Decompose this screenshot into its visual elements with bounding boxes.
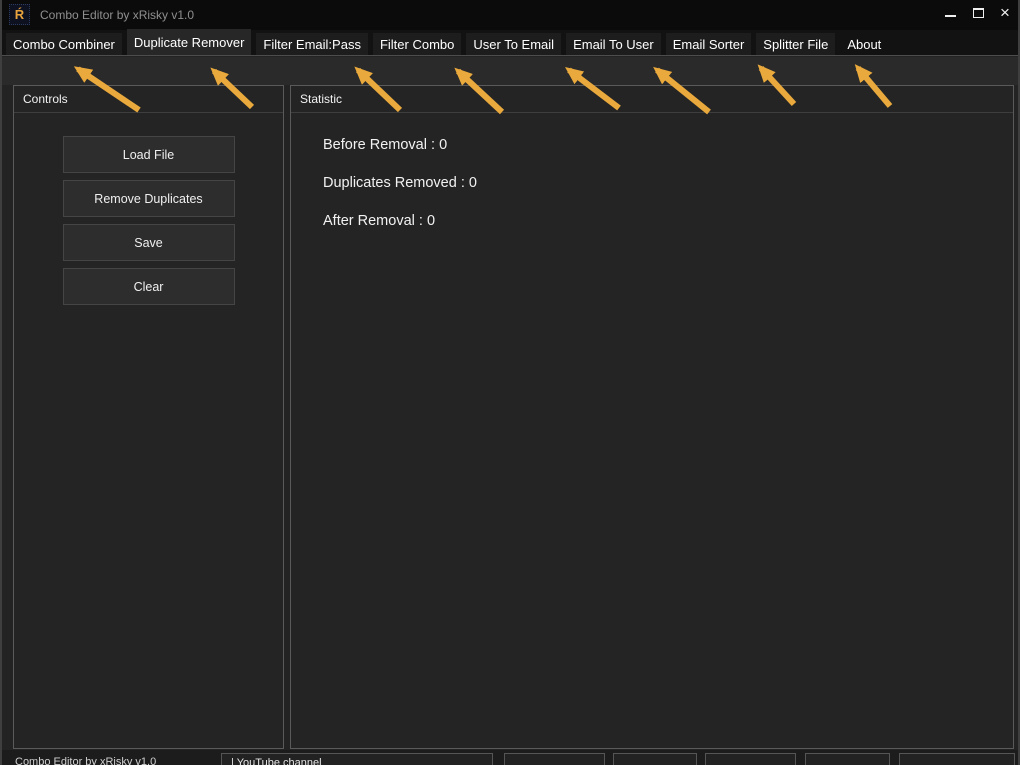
- youtube-channel-label: | YouTube channel: [231, 757, 322, 765]
- controls-panel: Controls Load File Remove Duplicates Sav…: [13, 85, 284, 749]
- stat-label: After Removal: [323, 213, 415, 229]
- tab-filter-email-pass[interactable]: Filter Email:Pass: [256, 33, 368, 55]
- save-button[interactable]: Save: [62, 224, 235, 261]
- stat-value: 0: [468, 175, 477, 191]
- tab-email-sorter[interactable]: Email Sorter: [665, 33, 752, 55]
- tab-splitter-file[interactable]: Splitter File: [756, 33, 836, 55]
- app-window: Ŕ Combo Editor by xRisky v1.0 × Combo Co…: [0, 0, 1020, 765]
- stat-separator: :: [426, 137, 440, 153]
- statistic-panel: Statistic Before Removal : 0 Duplicates …: [290, 85, 1014, 749]
- footer-bar: Combo Editor by xRisky v1.0 | YouTube ch…: [2, 750, 1018, 765]
- controls-panel-title: Controls: [14, 86, 283, 113]
- footer-app-text: Combo Editor by xRisky v1.0: [15, 756, 157, 765]
- stat-before-removal: Before Removal : 0: [323, 137, 1013, 175]
- toolbar-strip: [2, 57, 1018, 85]
- footer-box: [805, 753, 890, 765]
- clear-button[interactable]: Clear: [62, 268, 235, 305]
- tab-filter-combo[interactable]: Filter Combo: [372, 33, 462, 55]
- window-title: Combo Editor by xRisky v1.0: [40, 8, 195, 22]
- footer-box: [504, 753, 605, 765]
- app-logo-icon: Ŕ: [9, 4, 30, 25]
- footer-box: [899, 753, 1015, 765]
- stat-value: 0: [426, 213, 436, 229]
- stat-label: Duplicates Removed: [323, 175, 457, 191]
- close-button[interactable]: ×: [994, 0, 1016, 28]
- stat-value: 0: [439, 137, 448, 153]
- controls-button-stack: Load File Remove Duplicates Save Clear: [14, 113, 283, 312]
- title-bar: Ŕ Combo Editor by xRisky v1.0 ×: [2, 0, 1018, 30]
- maximize-icon: [973, 8, 984, 18]
- maximize-button[interactable]: [968, 0, 990, 28]
- tab-user-to-email[interactable]: User To Email: [466, 33, 562, 55]
- stat-after-removal: After Removal : 0: [323, 213, 1013, 251]
- footer-box: [613, 753, 697, 765]
- tab-about[interactable]: About: [840, 33, 888, 55]
- tab-combo-combiner[interactable]: Combo Combiner: [6, 33, 122, 55]
- stat-separator: :: [456, 175, 469, 191]
- close-icon: ×: [1000, 3, 1010, 22]
- statistic-panel-title: Statistic: [291, 86, 1013, 113]
- stat-label: Before Removal: [323, 137, 427, 153]
- tab-bar: Combo Combiner Duplicate Remover Filter …: [2, 29, 1018, 56]
- stat-separator: :: [414, 213, 427, 229]
- statistic-list: Before Removal : 0 Duplicates Removed : …: [291, 113, 1013, 251]
- minimize-button[interactable]: [940, 0, 962, 28]
- remove-duplicates-button[interactable]: Remove Duplicates: [62, 180, 235, 217]
- tab-duplicate-remover[interactable]: Duplicate Remover: [126, 29, 252, 55]
- youtube-channel-box[interactable]: | YouTube channel: [221, 753, 493, 765]
- load-file-button[interactable]: Load File: [62, 136, 235, 173]
- tab-email-to-user[interactable]: Email To User: [566, 33, 661, 55]
- stat-duplicates-removed: Duplicates Removed : 0: [323, 175, 1013, 213]
- footer-box: [705, 753, 796, 765]
- minimize-icon: [945, 15, 956, 17]
